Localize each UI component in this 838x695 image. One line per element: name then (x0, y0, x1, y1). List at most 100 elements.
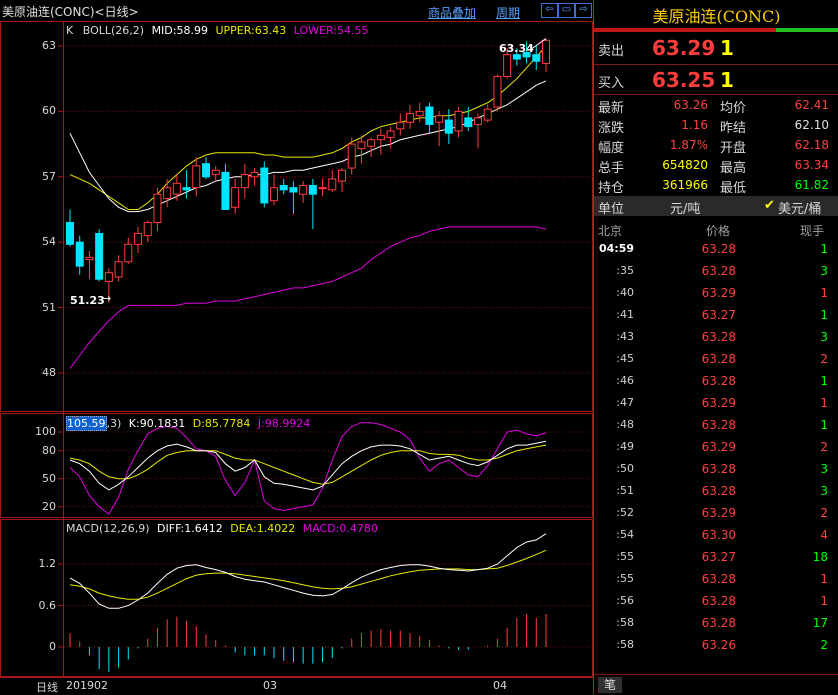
period-tag[interactable]: 日线 (36, 679, 58, 695)
candle-body (435, 115, 444, 123)
low-arrow-icon: → (102, 292, 112, 305)
trade-price: 63.28 (701, 374, 736, 388)
trade-price: 63.27 (701, 308, 736, 322)
macd-tick-label: 1.2 (38, 557, 57, 570)
shrink-left-icon[interactable]: ⇦ (541, 3, 558, 18)
trade-time: :45 (616, 352, 634, 365)
sell-price[interactable]: 63.29 (652, 36, 715, 60)
boll-label[interactable]: BOLL(26,2) (83, 24, 144, 37)
trade-volume: 1 (820, 594, 828, 608)
candle-body (279, 184, 288, 191)
trade-price: 63.28 (701, 352, 736, 366)
trades-price-head: 价格 (706, 224, 731, 238)
macd-label[interactable]: MACD(12,26,9) (66, 522, 150, 535)
unit-value[interactable]: 元/吨 (670, 198, 700, 217)
buy-qty: 1 (720, 68, 734, 92)
candle-body (406, 113, 414, 123)
trades-city-head: 北京 (598, 224, 623, 238)
candle-body (328, 178, 337, 191)
title-underline-green (776, 28, 838, 32)
unit-check-label[interactable]: 美元/桶 (778, 198, 821, 217)
trade-time: :35 (616, 264, 634, 277)
trade-volume: 3 (820, 484, 828, 498)
unit-label: 单位 (598, 202, 625, 217)
high-price-mark: 63.34 (499, 42, 534, 55)
buy-price[interactable]: 63.25 (652, 68, 715, 92)
main-pane-frame (0, 21, 593, 412)
candle-body (396, 121, 405, 130)
price-tick-label: 54 (42, 235, 56, 248)
boll-lower-line (69, 226, 547, 369)
boll-upper-line (69, 45, 547, 210)
candle-body (211, 169, 220, 176)
candle-body (250, 171, 259, 178)
candle-body (85, 256, 94, 261)
buy-label: 买入 (598, 76, 625, 91)
trade-price: 63.28 (701, 242, 736, 256)
trade-time: :50 (616, 462, 634, 475)
stat-label: 最高 (720, 161, 747, 176)
trade-time: :48 (616, 418, 634, 431)
candle-body (493, 75, 502, 108)
trade-time: :52 (616, 506, 634, 519)
chart-title: 美原油连(CONC)<日线> (2, 5, 139, 19)
trade-time: :56 (616, 594, 634, 607)
chart-svg[interactable] (0, 0, 593, 694)
divider (594, 64, 838, 65)
tab-trades[interactable]: 笔 (598, 677, 622, 693)
expand-icon[interactable]: ▭ (558, 3, 575, 18)
trade-time: :40 (616, 286, 634, 299)
trade-volume: 2 (820, 352, 828, 366)
stat-label: 昨结 (720, 121, 747, 136)
period-link[interactable]: 周期 (496, 4, 520, 21)
trade-price: 63.29 (701, 506, 736, 520)
trade-time: :46 (616, 374, 634, 387)
trade-volume: 1 (820, 572, 828, 586)
stat-value: 61.82 (794, 178, 829, 192)
trade-price: 63.28 (701, 330, 736, 344)
trade-price: 63.28 (701, 572, 736, 586)
candle-body (240, 174, 249, 189)
candle-body (415, 110, 424, 117)
macd-diff-line (69, 533, 547, 609)
shrink-right-icon[interactable]: ⇨ (575, 3, 592, 18)
trade-time: :51 (616, 484, 634, 497)
candle-body (95, 232, 104, 280)
stat-value: 1.87% (669, 138, 708, 152)
candle-body (454, 110, 463, 132)
price-tick-label: 51 (42, 301, 56, 314)
stat-label: 持仓 (598, 181, 625, 196)
stat-value: 654820 (662, 158, 708, 172)
candle-body (221, 171, 230, 210)
trade-time: :55 (616, 550, 634, 563)
trades-vol-head: 现手 (800, 224, 825, 238)
candle-body (153, 193, 162, 224)
trade-price: 63.30 (701, 528, 736, 542)
divider (594, 94, 838, 95)
trade-time: :58 (616, 638, 634, 651)
stat-label: 最新 (598, 101, 625, 116)
trade-volume: 1 (820, 308, 828, 322)
candle-body (376, 134, 385, 141)
candle-body (464, 117, 473, 128)
candle-body (318, 187, 327, 190)
trade-volume: 2 (820, 440, 828, 454)
price-tick-label: 60 (42, 104, 56, 117)
candle-body (289, 187, 298, 193)
trade-price: 63.27 (701, 550, 736, 564)
stat-label: 开盘 (720, 141, 747, 156)
chart-area[interactable]: 美原油连(CONC)<日线> 商品叠加 周期 ⇦ ▭ ⇨ K BOLL(26,2… (0, 0, 593, 694)
candle-body (357, 141, 366, 149)
stat-value: 62.41 (794, 98, 829, 112)
stat-label: 幅度 (598, 141, 625, 156)
stat-label: 涨跌 (598, 121, 625, 136)
overlay-link[interactable]: 商品叠加 (428, 4, 476, 21)
candle-body (444, 119, 453, 134)
candle-body (532, 54, 541, 62)
kdj-param-input[interactable]: 105.59 (66, 416, 107, 431)
stat-value: 361966 (662, 178, 708, 192)
trade-volume: 17 (812, 616, 828, 630)
candle-body (192, 165, 201, 189)
candle-body (474, 117, 482, 125)
boll-mid-value: MID:58.99 (151, 24, 208, 37)
